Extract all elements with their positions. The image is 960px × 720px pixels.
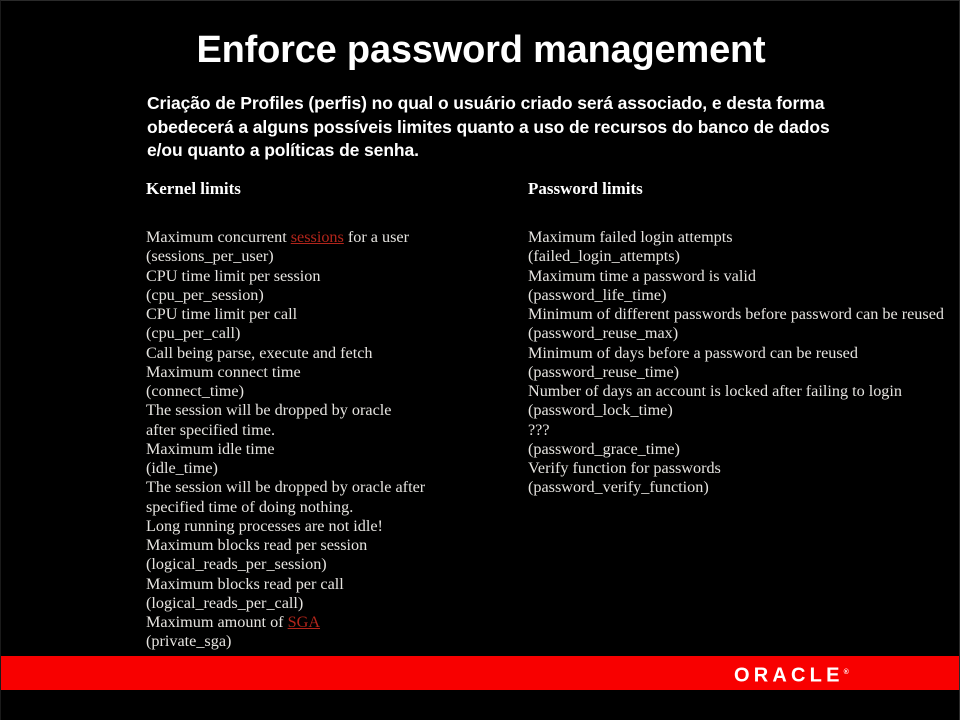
- limit-line: (failed_login_attempts): [528, 247, 948, 266]
- limit-line: Maximum amount of SGA: [146, 613, 496, 632]
- limit-text: (failed_login_attempts): [528, 247, 680, 266]
- oracle-logo-text: ORACLE: [734, 664, 844, 687]
- inline-link[interactable]: sessions: [291, 228, 344, 246]
- limit-text: Maximum concurrent: [146, 228, 291, 246]
- limit-line: (logical_reads_per_call): [146, 594, 496, 613]
- limit-line: (cpu_per_call): [146, 324, 496, 343]
- limit-line: Maximum blocks read per session: [146, 536, 496, 555]
- limit-line: (logical_reads_per_session): [146, 555, 496, 574]
- limit-text: (idle_time): [146, 459, 218, 477]
- kernel-limits-list: Maximum concurrent sessions for a user (s…: [146, 228, 496, 652]
- limit-text: ???: [528, 420, 550, 439]
- slide: Enforce password management Criação de P…: [0, 0, 960, 720]
- limit-line: (idle_time): [146, 459, 496, 478]
- limit-line: (password_lock_time): [528, 401, 948, 420]
- password-limits-heading: Password limits: [528, 179, 643, 198]
- registered-trademark-icon: ®: [843, 669, 849, 676]
- limit-line: Number of days an account is locked afte…: [528, 382, 948, 401]
- limit-line: Minimum of days before a password can be…: [528, 344, 948, 363]
- limit-text: after specified time.: [146, 420, 275, 439]
- limit-text: Maximum failed login attempts: [528, 228, 733, 246]
- limit-line: (password_verify_function): [528, 478, 948, 497]
- limit-text: Call being parse, execute and fetch: [146, 343, 373, 362]
- limit-text: Number of days an account is locked afte…: [528, 382, 902, 400]
- limit-line: Maximum idle time: [146, 440, 496, 459]
- limit-text: specified time of doing nothing.: [146, 497, 354, 516]
- kernel-limits-heading: Kernel limits: [146, 179, 241, 198]
- limit-line: CPU time limit per call: [146, 305, 496, 324]
- limit-line: specified time of doing nothing.: [146, 498, 496, 517]
- limit-text: (password_lock_time): [528, 401, 673, 420]
- limit-text: for a user: [343, 228, 409, 246]
- limit-text: Maximum blocks read per session: [146, 536, 368, 554]
- limit-text: (password_reuse_max): [528, 324, 679, 343]
- limit-text: Maximum amount of: [146, 613, 288, 631]
- page-title: Enforce password management: [196, 29, 766, 71]
- limit-text: (private_sga): [146, 632, 232, 651]
- limit-text: (connect_time): [146, 382, 244, 400]
- limit-line: Maximum blocks read per call: [146, 575, 496, 594]
- limit-line: (password_life_time): [528, 286, 948, 305]
- limit-text: Maximum idle time: [146, 439, 275, 458]
- limit-text: CPU time limit per call: [146, 305, 298, 323]
- limit-line: (password_grace_time): [528, 440, 948, 459]
- limit-text: (password_life_time): [528, 285, 667, 304]
- limit-text: Verify function for passwords: [528, 459, 721, 477]
- limit-line: Maximum concurrent sessions for a user: [146, 228, 496, 247]
- limit-text: (cpu_per_session): [146, 285, 264, 304]
- oracle-logo: ORACLE®: [734, 661, 849, 688]
- limit-line: (cpu_per_session): [146, 286, 496, 305]
- limit-text: Long running processes are not idle!: [146, 516, 383, 535]
- limit-line: (sessions_per_user): [146, 247, 496, 266]
- limit-text: The session will be dropped by oracle: [146, 401, 392, 420]
- limit-text: Maximum blocks read per call: [146, 574, 344, 593]
- limit-text: (logical_reads_per_session): [146, 555, 327, 574]
- limit-line: after specified time.: [146, 421, 496, 440]
- limit-text: (logical_reads_per_call): [146, 593, 304, 612]
- limit-line: Minimum of different passwords before pa…: [528, 305, 948, 324]
- limit-line: Verify function for passwords: [528, 459, 948, 478]
- limit-line: (password_reuse_max): [528, 324, 948, 343]
- limit-text: (password_reuse_time): [528, 362, 680, 381]
- password-limits-list: Maximum failed login attempts (failed_log…: [528, 228, 948, 498]
- limit-line: Long running processes are not idle!: [146, 517, 496, 536]
- limit-line: The session will be dropped by oracle: [146, 401, 496, 420]
- slide-subtitle: Criação de Profiles (perfis) no qual o u…: [147, 93, 830, 160]
- limit-line: CPU time limit per session: [146, 267, 496, 286]
- limit-text: (cpu_per_call): [146, 324, 241, 343]
- limit-text: Minimum of days before a password can be…: [528, 343, 858, 362]
- limit-text: Maximum time a password is valid: [528, 266, 756, 285]
- limit-text: (password_grace_time): [528, 439, 680, 458]
- limit-text: Maximum connect time: [146, 362, 301, 381]
- limit-line: Maximum connect time: [146, 363, 496, 382]
- limit-line: ???: [528, 421, 948, 440]
- limit-text: CPU time limit per session: [146, 266, 321, 285]
- limit-line: Call being parse, execute and fetch: [146, 344, 496, 363]
- limit-line: (private_sga): [146, 632, 496, 651]
- inline-link[interactable]: SGA: [288, 613, 320, 631]
- limit-line: Maximum time a password is valid: [528, 267, 948, 286]
- limit-line: (password_reuse_time): [528, 363, 948, 382]
- limit-line: Maximum failed login attempts: [528, 228, 948, 247]
- kernel-limits-column: Kernel limits Maximum concurrent session…: [146, 179, 496, 652]
- limit-line: (connect_time): [146, 382, 496, 401]
- password-limits-column: Password limits Maximum failed login att…: [528, 179, 948, 498]
- limit-text: (password_verify_function): [528, 478, 709, 497]
- limit-line: The session will be dropped by oracle af…: [146, 478, 496, 497]
- limit-text: The session will be dropped by oracle af…: [146, 478, 426, 497]
- limit-text: Minimum of different passwords before pa…: [528, 305, 944, 323]
- limit-text: (sessions_per_user): [146, 247, 274, 266]
